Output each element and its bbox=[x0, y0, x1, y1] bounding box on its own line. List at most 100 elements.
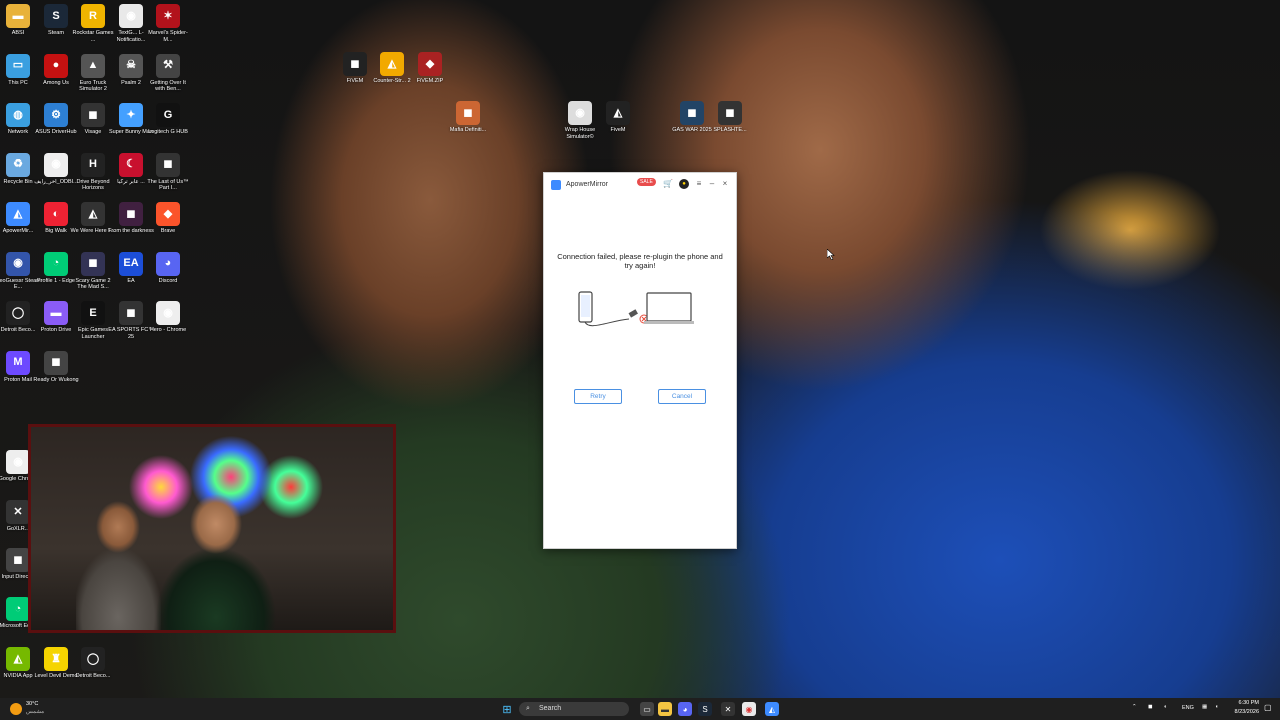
volume-icon[interactable]: ◖ bbox=[1215, 704, 1218, 710]
app-icon: ◯ bbox=[81, 647, 105, 671]
taskbar: 30°C مشمس ⊞ ⌕ Search ▭ ▬ ◕ S ✕ ◉ ◭ ⌃ ◼ ◐… bbox=[0, 698, 1280, 720]
app-icon: ◼ bbox=[680, 101, 704, 125]
app-icon: ◼ bbox=[119, 202, 143, 226]
phone-cable-illustration bbox=[578, 291, 694, 327]
minimize-icon[interactable]: – bbox=[707, 179, 717, 188]
app-icon: ◉ bbox=[156, 301, 180, 325]
cart-icon[interactable]: 🛒 bbox=[663, 179, 673, 188]
app-icon: ◭ bbox=[6, 202, 30, 226]
desktop-icon-label: Ready Or Wukong bbox=[33, 376, 79, 383]
desktop-icon[interactable]: G Logitech G HUB bbox=[145, 103, 191, 136]
connection-error-message: Connection failed, please re-plugin the … bbox=[557, 252, 723, 270]
desktop-icon[interactable]: ⚒ Getting Over It with Ben... bbox=[145, 53, 191, 93]
desktop-icon[interactable]: ◼ SPLASHTE... bbox=[707, 101, 753, 134]
weather-desc[interactable]: مشمس bbox=[26, 709, 44, 715]
app-icon: ▬ bbox=[6, 4, 30, 28]
weather-sun-icon[interactable] bbox=[10, 703, 22, 715]
app-icon: EA bbox=[119, 251, 143, 276]
desktop-icon-label: Discord bbox=[158, 277, 178, 284]
app-icon: ◼ bbox=[718, 101, 742, 125]
desktop-icon-label: FiveM bbox=[610, 127, 626, 133]
tray-app-icon-2[interactable]: ◐ bbox=[1164, 704, 1167, 710]
app-icon: ◼ bbox=[81, 251, 105, 276]
desktop-icon[interactable]: ◕ Discord bbox=[145, 251, 191, 285]
close-icon[interactable]: × bbox=[720, 179, 730, 188]
app-icon: G bbox=[156, 103, 180, 127]
menu-icon[interactable]: ≡ bbox=[694, 179, 704, 188]
language-indicator[interactable]: ENG bbox=[1182, 705, 1194, 711]
app-icon: E bbox=[81, 301, 105, 325]
app-icon: ◆ bbox=[156, 202, 180, 226]
desktop-icon[interactable]: ◯ Detroit Beco... bbox=[70, 647, 116, 680]
app-icon: ▭ bbox=[6, 53, 30, 78]
desktop-icon-label: SPLASHTE... bbox=[713, 127, 747, 133]
person-right bbox=[146, 482, 276, 630]
desktop-icon[interactable]: ◼ The Last of Us™ Part I... bbox=[145, 152, 191, 192]
notification-icon[interactable]: ▢ bbox=[1264, 703, 1272, 712]
app-icon: ◭ bbox=[6, 647, 30, 671]
cancel-button[interactable]: Cancel bbox=[658, 389, 706, 404]
taskbar-search-box[interactable]: ⌕ Search bbox=[519, 702, 629, 716]
clock-time[interactable]: 6:30 PM bbox=[1231, 700, 1259, 706]
chrome-taskbar-icon[interactable]: ◉ bbox=[742, 702, 756, 716]
desktop-icon[interactable]: ◼ Mafia Definiti... bbox=[445, 101, 491, 134]
app-icon: M bbox=[6, 350, 30, 375]
apowermirror-taskbar-icon[interactable]: ◭ bbox=[765, 702, 779, 716]
task-view-icon[interactable]: ▭ bbox=[640, 702, 654, 716]
app-icon: ● bbox=[44, 53, 68, 78]
desktop-icon-label: Detroit Beco... bbox=[75, 673, 111, 679]
clock-date[interactable]: 8/23/2026 bbox=[1227, 709, 1259, 715]
app-icon: R bbox=[81, 4, 105, 28]
desktop-icon[interactable]: ◆ FiVEM.ZIP bbox=[407, 52, 453, 85]
webcam-overlay bbox=[28, 424, 396, 633]
app-icon: ✕ bbox=[6, 500, 30, 524]
desktop-icon[interactable]: ◼ Ready Or Wukong bbox=[33, 350, 79, 384]
window-title: ApowerMirror bbox=[566, 181, 609, 188]
app-icon: ☠ bbox=[119, 53, 143, 78]
file-explorer-icon[interactable]: ▬ bbox=[658, 702, 672, 716]
app-icon: ◼ bbox=[343, 52, 367, 76]
app-icon: ◉ bbox=[119, 4, 143, 28]
app-icon: ◼ bbox=[456, 101, 480, 125]
app-icon: ◉ bbox=[44, 152, 68, 177]
desktop-icon[interactable]: ◭ FiveM bbox=[595, 101, 641, 134]
retry-button[interactable]: Retry bbox=[574, 389, 622, 404]
app-icon: ◔ bbox=[44, 251, 68, 276]
desktop-icon-label: Hero - Chrome bbox=[149, 327, 187, 333]
desktop-icon[interactable]: ◆ Brave bbox=[145, 202, 191, 235]
app-icon: ⚙ bbox=[44, 103, 68, 127]
app-icon: ▲ bbox=[81, 53, 105, 78]
laptop-base bbox=[644, 321, 694, 324]
tray-chevron-icon[interactable]: ⌃ bbox=[1132, 704, 1137, 710]
app-icon: ▬ bbox=[44, 301, 68, 325]
discord-taskbar-icon[interactable]: ◕ bbox=[678, 702, 692, 716]
app-icon: ◭ bbox=[380, 52, 404, 76]
tray-app-icon[interactable]: ◼ bbox=[1148, 704, 1153, 710]
weather-temp[interactable]: 30°C bbox=[26, 701, 38, 707]
app-icon: ◼ bbox=[44, 350, 68, 375]
app-icon: ◼ bbox=[6, 548, 30, 572]
goxlr-taskbar-icon[interactable]: ✕ bbox=[721, 702, 735, 716]
app-icon: ◭ bbox=[606, 101, 630, 125]
desktop-icon[interactable]: ◉ Hero - Chrome bbox=[145, 301, 191, 334]
app-icon: ◕ bbox=[156, 251, 180, 276]
search-placeholder: Search bbox=[539, 705, 562, 712]
sale-badge[interactable]: SALE bbox=[637, 178, 656, 186]
app-icon: ♻ bbox=[6, 152, 30, 177]
app-icon: ◍ bbox=[6, 103, 30, 127]
app-icon: ◼ bbox=[119, 301, 143, 325]
usb-plug bbox=[628, 309, 638, 318]
steam-taskbar-icon[interactable]: S bbox=[698, 702, 712, 716]
app-icon: ✦ bbox=[119, 103, 143, 127]
desktop-icon-label: The Last of Us™ Part I... bbox=[147, 178, 189, 192]
desktop-icon[interactable]: ✶ Marvel's Spider-M... bbox=[145, 4, 191, 43]
mouse-cursor bbox=[827, 249, 835, 260]
app-icon: ♜ bbox=[44, 647, 68, 671]
app-icon: ◆ bbox=[418, 52, 442, 76]
app-icon: ◉ bbox=[6, 251, 30, 276]
network-icon[interactable]: ▦ bbox=[1202, 704, 1207, 710]
vip-icon[interactable]: ● bbox=[679, 179, 689, 189]
laptop-screen bbox=[646, 292, 692, 322]
start-windows-icon[interactable]: ⊞ bbox=[500, 702, 514, 716]
desktop-icon-label: Brave bbox=[160, 228, 176, 234]
